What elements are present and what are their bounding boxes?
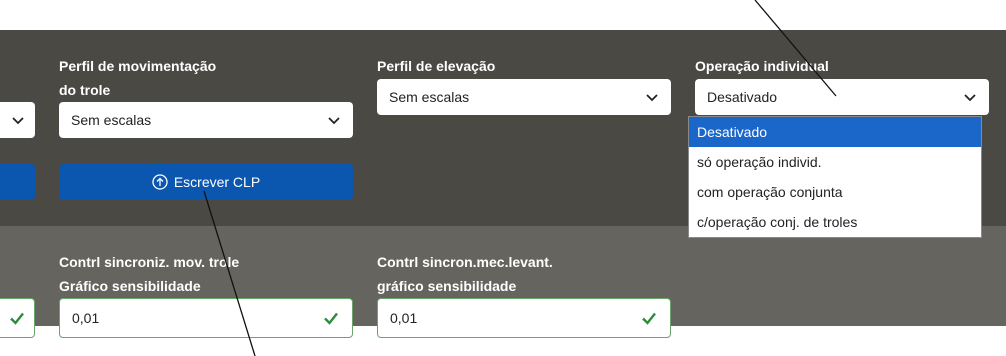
dropdown-option-deactivated[interactable]: Desativado: [689, 117, 981, 147]
top-margin: [0, 0, 1006, 30]
arrow-up-circle-icon: [152, 174, 168, 190]
trolley-sensitivity-input[interactable]: 0,01: [59, 298, 353, 338]
left-partial-button[interactable]: [0, 164, 35, 200]
individual-operation-dropdown: Desativado só operação individ. com oper…: [688, 116, 982, 238]
individual-operation-value: Desativado: [707, 89, 778, 105]
hoist-sensitivity-value: 0,01: [390, 310, 418, 326]
trolley-sync-label-line1: Contrl sincroniz. mov. trole: [59, 254, 240, 270]
left-partial-select[interactable]: [0, 102, 35, 138]
chevron-down-icon: [964, 94, 976, 102]
dropdown-option-individual-only[interactable]: só operação individ.: [689, 147, 981, 177]
hoist-sync-label-line2: gráfico sensibilidade: [377, 278, 517, 294]
chevron-down-icon: [646, 94, 658, 102]
hoist-profile-label: Perfil de elevação: [377, 58, 496, 74]
hoist-profile-select[interactable]: Sem escalas: [377, 79, 671, 115]
hoist-sync-label-line1: Contrl sincron.mec.levant.: [377, 254, 553, 270]
trolley-sensitivity-value: 0,01: [72, 310, 100, 326]
trolley-profile-label-line2: do trole: [59, 82, 111, 98]
chevron-down-icon: [12, 117, 24, 125]
checkmark-icon: [10, 312, 24, 325]
write-plc-label: Escrever CLP: [173, 174, 261, 190]
hoist-sensitivity-input[interactable]: 0,01: [377, 298, 671, 338]
write-plc-button[interactable]: Escrever CLP: [59, 164, 353, 200]
individual-operation-select[interactable]: Desativado: [695, 79, 989, 115]
trolley-sync-label-line2: Gráfico sensibilidade: [59, 278, 201, 294]
checkmark-icon: [324, 312, 338, 325]
hoist-profile-value: Sem escalas: [389, 89, 470, 105]
checkmark-icon: [642, 312, 656, 325]
trolley-profile-select[interactable]: Sem escalas: [59, 102, 353, 138]
dropdown-option-joint-operation[interactable]: com operação conjunta: [689, 177, 981, 207]
trolley-profile-label-line1: Perfil de movimentação: [59, 58, 217, 74]
individual-operation-label: Operação individual: [695, 58, 829, 74]
left-partial-input[interactable]: [0, 298, 35, 338]
dropdown-option-joint-trolleys[interactable]: c/operação conj. de troles: [689, 207, 981, 237]
trolley-profile-value: Sem escalas: [71, 112, 152, 128]
chevron-down-icon: [328, 117, 340, 125]
